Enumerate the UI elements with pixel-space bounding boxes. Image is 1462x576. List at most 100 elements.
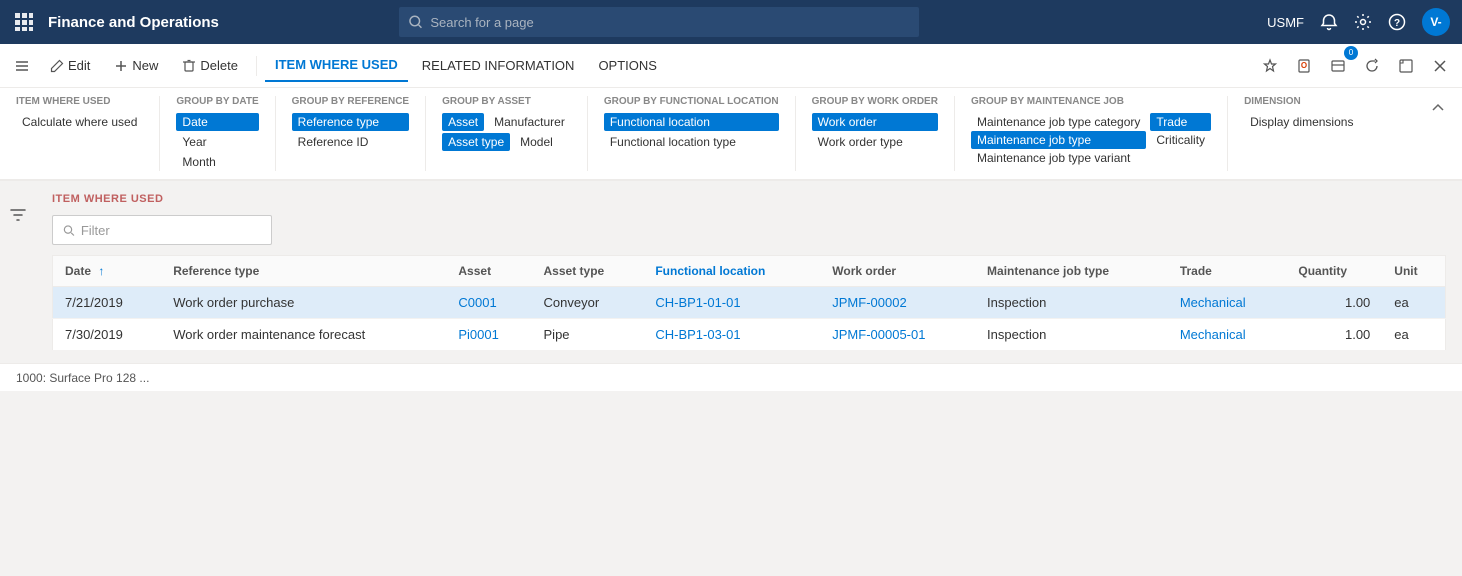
cell-trade[interactable]: Mechanical (1168, 287, 1287, 319)
office-button[interactable]: O (1290, 52, 1318, 80)
avatar-initials: V- (1430, 15, 1441, 29)
new-icon (114, 59, 128, 73)
ribbon-group-title-asset: GROUP BY ASSET (442, 96, 571, 107)
content-area: ITEM WHERE USED Date ↑ Reference type As… (0, 181, 1462, 363)
divider-1 (256, 56, 257, 76)
col-header-reference-type[interactable]: Reference type (161, 256, 446, 287)
cell-reference-type: Work order purchase (161, 287, 446, 319)
ribbon-group-title-reference: GROUP BY REFERENCE (292, 96, 409, 107)
ribbon-item-calculate[interactable]: Calculate where used (16, 113, 143, 131)
filter-icon[interactable] (4, 201, 32, 229)
help-button[interactable]: ? (1388, 13, 1406, 31)
app-title: Finance and Operations (48, 14, 219, 31)
notification-badge-button[interactable]: 0 (1324, 52, 1352, 80)
col-header-functional-location[interactable]: Functional location (643, 256, 820, 287)
col-header-work-order[interactable]: Work order (820, 256, 975, 287)
delete-button[interactable]: Delete (172, 50, 248, 82)
ribbon-group-title-work-order: GROUP BY WORK ORDER (812, 96, 938, 107)
table-head: Date ↑ Reference type Asset Asset type F… (53, 256, 1446, 287)
ribbon-item-mj-category[interactable]: Maintenance job type category (971, 113, 1146, 131)
col-header-trade[interactable]: Trade (1168, 256, 1287, 287)
ribbon-items-date: Date Year Month (176, 113, 258, 171)
ribbon-item-month[interactable]: Month (176, 153, 258, 171)
section-title: ITEM WHERE USED (52, 193, 1446, 205)
filter-search-input[interactable] (81, 223, 261, 238)
ribbon-item-manufacturer[interactable]: Manufacturer (488, 113, 571, 131)
ribbon-items-asset: Asset Manufacturer Asset type Model (442, 113, 571, 151)
ribbon-group-asset: GROUP BY ASSET Asset Manufacturer Asset … (426, 96, 588, 171)
cell-work-order[interactable]: JPMF-00002 (820, 287, 975, 319)
table-row[interactable]: 7/30/2019 Work order maintenance forecas… (53, 319, 1446, 351)
ribbon-item-asset-type[interactable]: Asset type (442, 133, 510, 151)
cell-reference-type: Work order maintenance forecast (161, 319, 446, 351)
edit-button[interactable]: Edit (40, 50, 100, 82)
ribbon-group-functional-location: GROUP BY FUNCTIONAL LOCATION Functional … (588, 96, 796, 171)
table-row[interactable]: 7/21/2019 Work order purchase C0001 Conv… (53, 287, 1446, 319)
search-input[interactable] (430, 15, 909, 30)
ribbon-item-trade[interactable]: Trade (1150, 113, 1211, 131)
tab-item-where-used[interactable]: ITEM WHERE USED (265, 50, 408, 82)
apps-grid-icon[interactable] (12, 10, 36, 34)
pin-button[interactable] (1256, 52, 1284, 80)
ribbon-item-work-order-type[interactable]: Work order type (812, 133, 938, 151)
ribbon-item-functional-location[interactable]: Functional location (604, 113, 779, 131)
col-header-asset[interactable]: Asset (446, 256, 531, 287)
cell-maintenance-job-type: Inspection (975, 287, 1168, 319)
col-header-quantity[interactable]: Quantity (1286, 256, 1382, 287)
cell-asset[interactable]: Pi0001 (446, 319, 531, 351)
refresh-button[interactable] (1358, 52, 1386, 80)
ribbon-item-mj-type[interactable]: Maintenance job type (971, 131, 1146, 149)
global-search[interactable] (399, 7, 919, 37)
ribbon-collapse-button[interactable] (1430, 96, 1446, 171)
user-avatar[interactable]: V- (1422, 8, 1450, 36)
ribbon-item-reference-id[interactable]: Reference ID (292, 133, 409, 151)
ribbon-item-year[interactable]: Year (176, 133, 258, 151)
hamburger-menu-button[interactable] (8, 52, 36, 80)
cell-work-order[interactable]: JPMF-00005-01 (820, 319, 975, 351)
ribbon-items-functional-location: Functional location Functional location … (604, 113, 779, 151)
new-button[interactable]: New (104, 50, 168, 82)
cell-asset-type: Conveyor (532, 287, 644, 319)
sort-arrow-date: ↑ (98, 264, 104, 278)
close-button[interactable] (1426, 52, 1454, 80)
ribbon-item-reference-type[interactable]: Reference type (292, 113, 409, 131)
sidebar-filter (0, 181, 36, 363)
tab-options[interactable]: OPTIONS (588, 50, 667, 82)
filter-search-icon (63, 224, 75, 237)
col-header-asset-type[interactable]: Asset type (532, 256, 644, 287)
ribbon-group-title-dimension: DIMENSION (1244, 96, 1359, 107)
top-nav: Finance and Operations USMF ? (0, 0, 1462, 44)
ribbon-item-asset[interactable]: Asset (442, 113, 484, 131)
ribbon-item-criticality[interactable]: Criticality (1150, 131, 1211, 149)
delete-icon (182, 59, 196, 73)
tab-related-information[interactable]: RELATED INFORMATION (412, 50, 585, 82)
col-header-maintenance-job-type[interactable]: Maintenance job type (975, 256, 1168, 287)
settings-button[interactable] (1354, 13, 1372, 31)
expand-button[interactable] (1392, 52, 1420, 80)
cell-trade[interactable]: Mechanical (1168, 319, 1287, 351)
ribbon-item-model[interactable]: Model (514, 133, 559, 151)
ribbon-group-dimension: DIMENSION Display dimensions (1228, 96, 1375, 171)
cell-date: 7/30/2019 (53, 319, 162, 351)
ribbon-group-item-where-used: ITEM WHERE USED Calculate where used (16, 96, 160, 171)
filter-input-container[interactable] (52, 215, 272, 245)
ribbon-group-title-date: GROUP BY DATE (176, 96, 258, 107)
ribbon-item-mj-variant[interactable]: Maintenance job type variant (971, 149, 1146, 167)
cell-unit: ea (1382, 319, 1445, 351)
notifications-button[interactable] (1320, 13, 1338, 31)
ribbon-group-maintenance-job: GROUP BY MAINTENANCE JOB Maintenance job… (955, 96, 1228, 171)
ribbon-item-functional-location-type[interactable]: Functional location type (604, 133, 779, 151)
status-text: 1000: Surface Pro 128 ... (16, 371, 149, 385)
cell-functional-location[interactable]: CH-BP1-03-01 (643, 319, 820, 351)
edit-icon (50, 59, 64, 73)
col-header-unit[interactable]: Unit (1382, 256, 1445, 287)
cell-asset[interactable]: C0001 (446, 287, 531, 319)
tab-right-actions: O 0 (1256, 52, 1454, 80)
ribbon-item-work-order[interactable]: Work order (812, 113, 938, 131)
ribbon-item-date[interactable]: Date (176, 113, 258, 131)
filter-bar (52, 215, 1446, 245)
ribbon-item-display-dimensions[interactable]: Display dimensions (1244, 113, 1359, 131)
col-header-date[interactable]: Date ↑ (53, 256, 162, 287)
table-body: 7/21/2019 Work order purchase C0001 Conv… (53, 287, 1446, 351)
cell-functional-location[interactable]: CH-BP1-01-01 (643, 287, 820, 319)
